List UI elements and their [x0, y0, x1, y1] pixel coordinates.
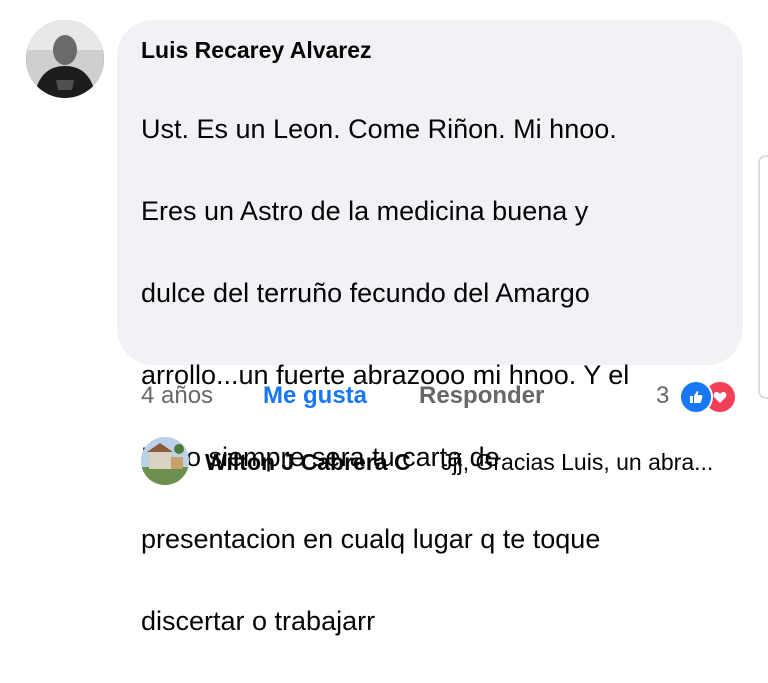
reply-author-name[interactable]: Wilton J Cabrera C — [205, 449, 411, 476]
reply-text: Jjj, Gracias Luis, un abra... — [441, 449, 714, 475]
reply-preview[interactable]: Wilton J Cabrera C Jjj, Gracias Luis, un… — [141, 437, 748, 487]
profile-photo-icon — [141, 437, 189, 485]
reaction-count[interactable]: 3 — [656, 382, 669, 410]
scrollbar[interactable] — [758, 155, 768, 399]
reply-avatar[interactable] — [141, 437, 189, 485]
comment-author-name[interactable]: Luis Recarey Alvarez — [141, 36, 719, 64]
like-icon — [679, 380, 713, 414]
comment-timestamp[interactable]: 4 años — [141, 382, 213, 410]
comment-line: presentacion en cualq lugar q te toque — [141, 524, 601, 554]
reply-button[interactable]: Responder — [419, 382, 544, 410]
comment-text: Ust. Es un Leon. Come Riñon. Mi hnoo. Er… — [141, 68, 719, 683]
comment-line: dulce del terruño fecundo del Amargo — [141, 278, 590, 308]
comment-actions: 4 años Me gusta Responder 3 — [141, 380, 748, 414]
reaction-summary[interactable] — [679, 380, 739, 414]
commenter-avatar[interactable] — [26, 20, 104, 98]
comment-line: discertar o trabajarr — [141, 606, 376, 636]
profile-photo-icon — [26, 20, 104, 98]
comment-line: Eres un Astro de la medicina buena y — [141, 196, 589, 226]
comment-bubble: Luis Recarey Alvarez Ust. Es un Leon. Co… — [117, 20, 743, 636]
comment-line: Ust. Es un Leon. Come Riñon. Mi hnoo. — [141, 114, 617, 144]
like-button[interactable]: Me gusta — [263, 382, 367, 410]
